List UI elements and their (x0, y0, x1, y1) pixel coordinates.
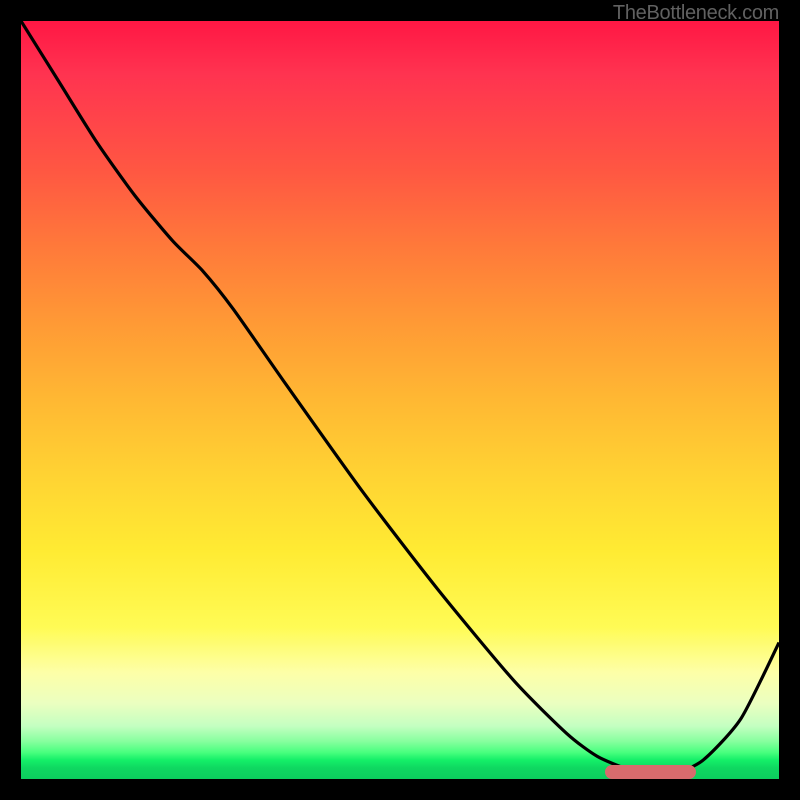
optimal-range-marker (605, 765, 696, 779)
bottleneck-curve (21, 21, 779, 779)
